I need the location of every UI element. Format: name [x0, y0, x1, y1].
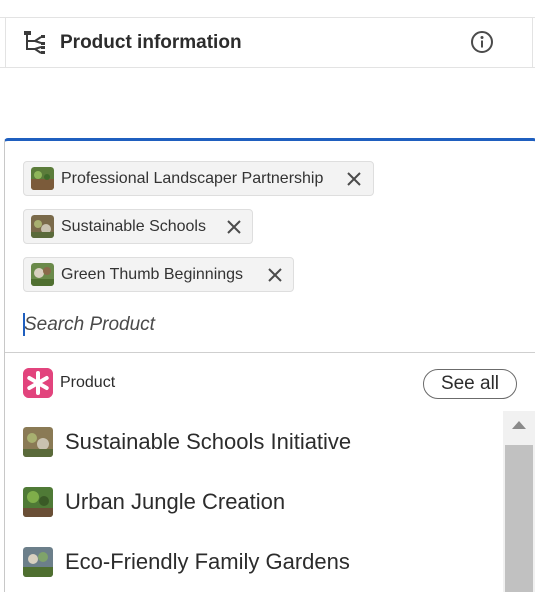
remove-tag-button[interactable] [225, 218, 243, 236]
product-thumbnail [31, 215, 54, 238]
scrollbar[interactable] [503, 411, 535, 592]
result-label: Sustainable Schools Initiative [65, 429, 352, 454]
panel-border-right [532, 18, 533, 67]
result-label: Urban Jungle Creation [65, 489, 286, 514]
asterisk-icon [23, 368, 53, 398]
section-label: Product [60, 374, 116, 391]
see-all-button[interactable]: See all [423, 369, 517, 399]
scroll-up-button[interactable] [503, 411, 535, 439]
remove-tag-button[interactable] [345, 170, 363, 188]
tag-label: Green Thumb Beginnings [61, 265, 244, 283]
product-information-page: Product information Professional Landsca… [0, 0, 535, 592]
tag-label: Professional Landscaper Partnership [61, 169, 324, 187]
product-thumbnail [23, 487, 53, 517]
close-icon [347, 172, 361, 186]
product-thumbnail [31, 167, 54, 190]
divider [5, 352, 535, 353]
text-caret [23, 313, 25, 336]
caret-up-icon [512, 421, 526, 429]
product-thumbnail [23, 427, 53, 457]
product-section-header: Product See all [23, 365, 517, 399]
panel-border-left [5, 18, 6, 67]
hierarchy-icon [24, 31, 45, 54]
list-item[interactable]: Eco-Friendly Family Gardens [23, 545, 350, 579]
product-thumbnail [31, 263, 54, 286]
remove-tag-button[interactable] [266, 266, 284, 284]
panel-title: Product information [60, 32, 242, 53]
selected-tag: Professional Landscaper Partnership [23, 161, 374, 196]
close-icon [268, 268, 282, 282]
search-product-input[interactable] [23, 311, 423, 339]
close-icon [227, 220, 241, 234]
selected-tag: Green Thumb Beginnings [23, 257, 294, 292]
selected-tag: Sustainable Schools [23, 209, 253, 244]
product-picker-popover: Professional Landscaper Partnership Sust… [4, 138, 535, 592]
list-item[interactable]: Sustainable Schools Initiative [23, 425, 351, 459]
list-item[interactable]: Urban Jungle Creation [23, 485, 285, 519]
tag-label: Sustainable Schools [61, 217, 206, 235]
result-label: Eco-Friendly Family Gardens [65, 549, 350, 574]
panel-header: Product information [0, 17, 535, 68]
product-thumbnail [23, 547, 53, 577]
scrollbar-thumb[interactable] [505, 445, 533, 592]
info-icon[interactable] [470, 30, 494, 54]
